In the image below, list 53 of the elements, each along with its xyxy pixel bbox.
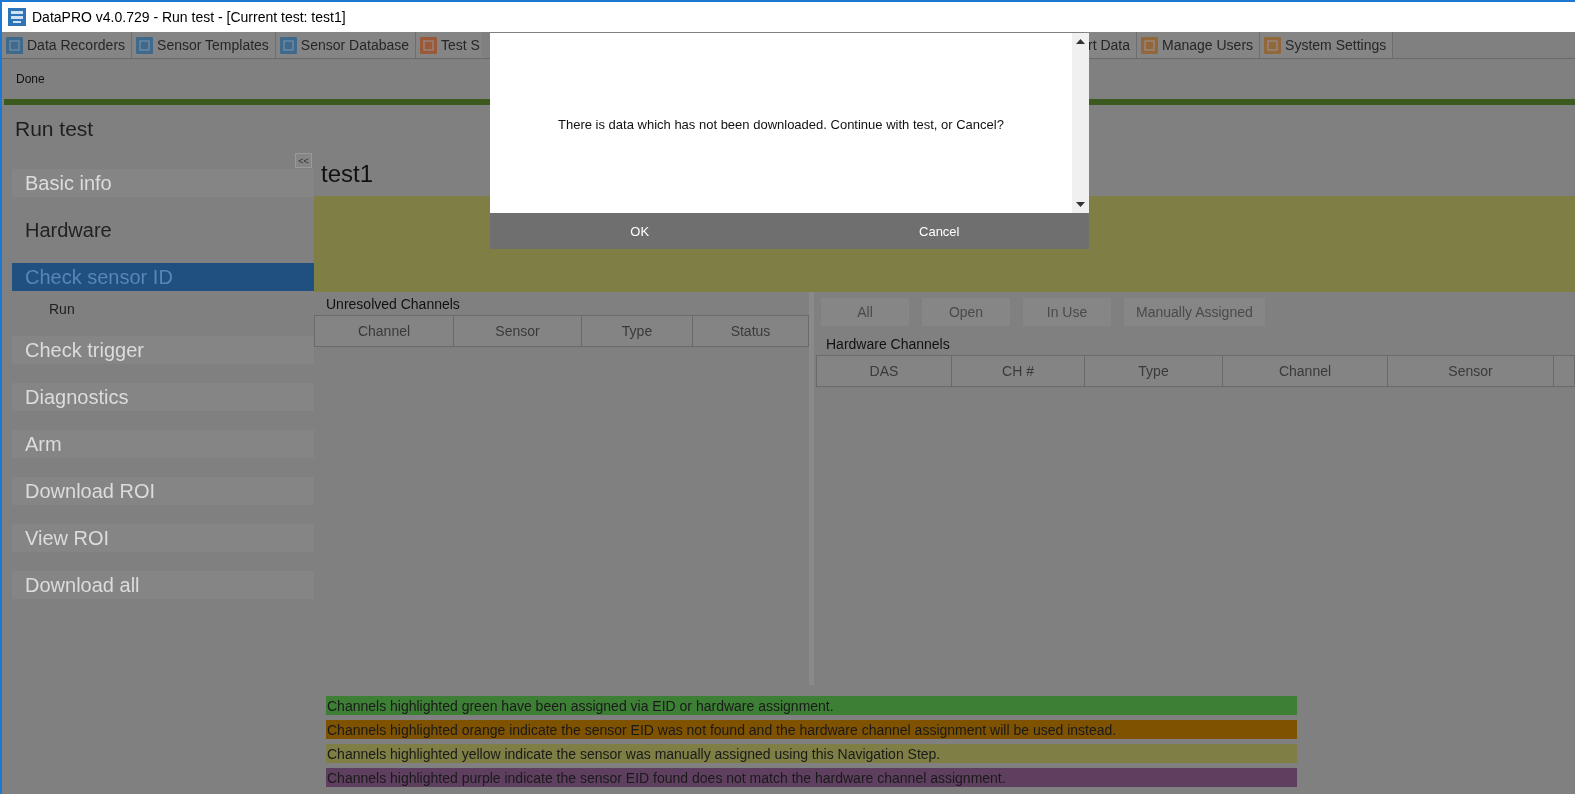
tab-icon (136, 36, 154, 54)
legend-note: Channels highlighted yellow indicate the sensor was manually assigned using this Navigation Step. (326, 744, 1297, 763)
legend-note: Channels highlighted orange indicate the sensor EID was not found and the hardware channel assignment will be used instead. (326, 720, 1297, 739)
nav-tab[interactable]: System Settings (1260, 32, 1394, 58)
column-header[interactable]: Type (582, 316, 693, 346)
dialog-button[interactable]: Cancel (789, 213, 1089, 249)
filter-button[interactable]: Open (922, 298, 1010, 326)
tab-icon (420, 36, 438, 54)
step-item[interactable]: Hardware (12, 216, 314, 244)
column-header[interactable]: Sensor (454, 316, 582, 346)
sub-step-item[interactable]: Run (12, 291, 314, 317)
nav-tab[interactable]: rt Data (1084, 32, 1137, 58)
column-header[interactable]: Status (693, 316, 809, 346)
panel-title: Run test (14, 116, 95, 142)
tab-icon (1264, 36, 1282, 54)
column-header[interactable]: CH # (952, 356, 1085, 386)
test-title: test1 (320, 159, 374, 189)
column-header[interactable]: Type (1085, 356, 1223, 386)
filter-button[interactable]: All (821, 298, 909, 326)
step-item[interactable]: Download ROI (12, 477, 314, 505)
legend-note: Channels highlighted purple indicate the sensor EID found does not match the hardware channel assignment. (326, 768, 1297, 787)
tab-icon (279, 36, 297, 54)
tab-icon (1141, 36, 1158, 54)
scroll-down-icon[interactable] (1076, 202, 1085, 207)
dialog-message: There is data which has not been downloaded. Continue with test, or Cancel? (557, 116, 1005, 134)
app-logo-icon (8, 8, 26, 26)
scroll-up-icon[interactable] (1076, 39, 1085, 44)
nav-tab[interactable]: Sensor Database (275, 32, 417, 58)
column-header[interactable]: Sensor (1388, 356, 1554, 386)
step-item[interactable]: Arm (12, 430, 314, 458)
step-item[interactable]: Check trigger (12, 336, 314, 364)
dialog-button[interactable]: OK (490, 213, 790, 249)
section-title: Unresolved Channels (325, 296, 461, 314)
nav-tab[interactable]: Sensor Templates (132, 32, 276, 58)
tab-icon (6, 36, 23, 54)
legend-note: Channels highlighted green have been assigned via EID or hardware assignment. (326, 696, 1297, 715)
collapse-button[interactable]: << (295, 153, 312, 168)
filter-button[interactable]: In Use (1023, 298, 1111, 326)
column-header[interactable]: Channel (1223, 356, 1388, 386)
window-title: DataPRO v4.0.729 - Run test - [Current test: test1] (32, 9, 346, 25)
step-item[interactable]: View ROI (12, 524, 314, 552)
nav-tab[interactable]: Data Recorders (2, 32, 133, 58)
nav-tab[interactable]: Test S (416, 32, 482, 58)
nav-tab[interactable]: Manage Users (1137, 32, 1261, 58)
column-header[interactable]: DAS (817, 356, 952, 386)
step-item[interactable]: Download all (12, 571, 314, 599)
done-button[interactable]: Done (12, 70, 49, 88)
step-item[interactable]: Check sensor ID (12, 263, 314, 291)
filter-button[interactable]: Manually Assigned (1124, 298, 1265, 326)
step-item[interactable]: Basic info (12, 169, 314, 197)
section-title: Hardware Channels (825, 336, 951, 354)
column-header[interactable]: Channel (315, 316, 454, 346)
step-item[interactable]: Diagnostics (12, 383, 314, 411)
